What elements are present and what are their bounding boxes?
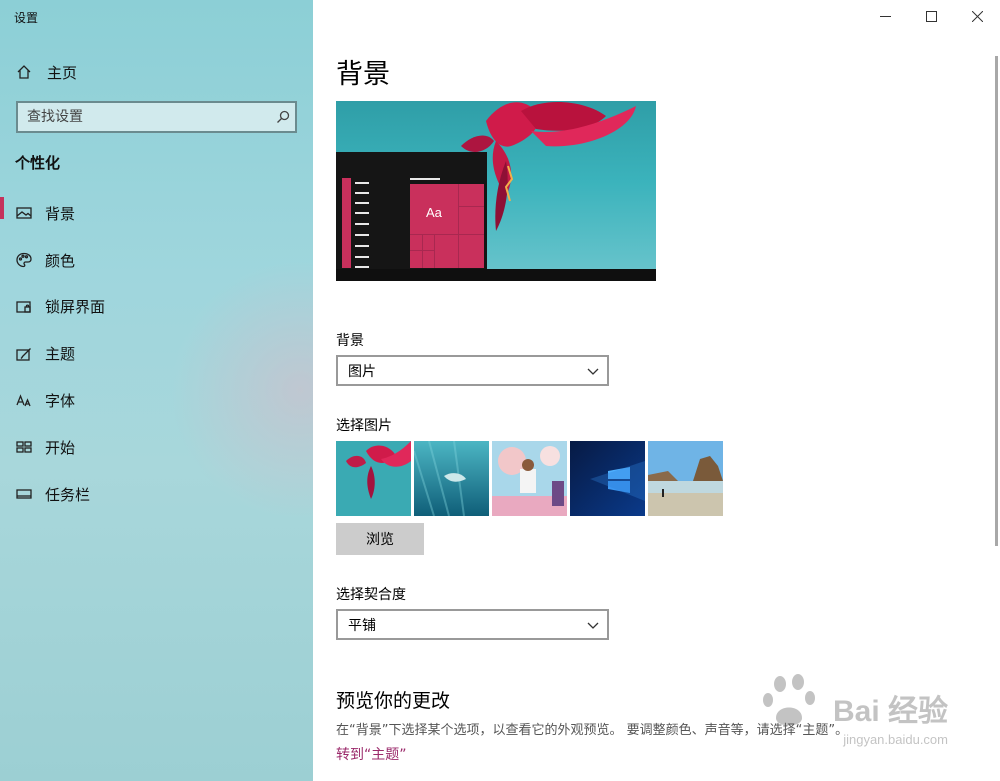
chevron-down-icon — [587, 615, 599, 634]
thumbnail-beach[interactable] — [648, 441, 723, 516]
thumbnail-cartoon[interactable] — [492, 441, 567, 516]
minimize-button[interactable] — [862, 0, 908, 32]
start-icon — [15, 438, 33, 456]
maximize-button[interactable] — [908, 0, 954, 32]
picture-icon — [15, 204, 33, 222]
watermark: Bai 经验 jingyan.baidu.com — [758, 668, 948, 763]
choose-picture-label: 选择图片 — [336, 418, 392, 434]
browse-button[interactable]: 浏览 — [336, 523, 424, 555]
close-button[interactable] — [954, 0, 1000, 32]
background-label: 背景 — [336, 333, 364, 349]
minimize-icon — [879, 15, 891, 17]
preview-tile-text: Aa — [426, 205, 442, 220]
palette-icon — [15, 251, 33, 269]
maximize-icon — [925, 10, 937, 22]
fit-label: 选择契合度 — [336, 587, 406, 603]
lock-screen-icon — [15, 298, 33, 316]
thumbnail-windows[interactable] — [570, 441, 645, 516]
sidebar-nav: 背景 颜色 锁屏界面 主题 字体 开始 任务栏 — [0, 190, 313, 518]
preview-section-title: 预览你的更改 — [336, 690, 451, 712]
sidebar-item-lock-screen[interactable]: 锁屏界面 — [0, 284, 313, 331]
main-content: 背景 Aa 背景 图片 选择图片 浏览 选择契合度 平铺 预览你的更改 在“背景… — [313, 0, 1000, 781]
thumbnail-flower[interactable] — [336, 441, 411, 516]
window-controls — [862, 0, 1000, 32]
theme-icon — [15, 345, 33, 363]
preview-description: 在“背景”下选择某个选项，以查看它的外观预览。 要调整颜色、声音等，请选择“主题… — [336, 723, 849, 738]
sidebar: 设置 主页 个性化 背景 颜色 — [0, 0, 313, 781]
sidebar-item-label: 主题 — [45, 345, 76, 364]
close-icon — [971, 10, 983, 22]
page-title: 背景 — [336, 59, 390, 90]
search-icon[interactable] — [271, 103, 295, 131]
dropdown-value: 平铺 — [348, 617, 376, 634]
watermark-text: Bai 经验 — [832, 695, 948, 728]
sidebar-item-themes[interactable]: 主题 — [0, 330, 313, 377]
window-title: 设置 — [14, 11, 39, 25]
search-box — [16, 101, 297, 133]
sidebar-item-label: 任务栏 — [45, 485, 91, 504]
picture-thumbnails — [336, 441, 723, 516]
section-heading: 个性化 — [15, 154, 61, 172]
taskbar-preview — [336, 269, 656, 281]
sidebar-item-label: 背景 — [45, 204, 76, 223]
sidebar-item-fonts[interactable]: 字体 — [0, 377, 313, 424]
background-dropdown[interactable]: 图片 — [336, 355, 609, 386]
watermark-url: jingyan.baidu.com — [843, 732, 948, 747]
sidebar-item-colors[interactable]: 颜色 — [0, 237, 313, 284]
search-input[interactable] — [18, 103, 271, 131]
chevron-down-icon — [587, 361, 599, 380]
thumbnail-underwater[interactable] — [414, 441, 489, 516]
start-menu-preview: Aa — [336, 152, 487, 269]
sidebar-item-label: 颜色 — [45, 251, 76, 270]
sidebar-item-label: 主页 — [47, 63, 78, 82]
sidebar-item-label: 锁屏界面 — [45, 298, 106, 317]
home-icon — [15, 63, 33, 81]
taskbar-icon — [15, 485, 33, 503]
scrollbar[interactable] — [995, 56, 998, 546]
sidebar-item-start[interactable]: 开始 — [0, 424, 313, 471]
font-icon — [15, 392, 33, 410]
desktop-preview: Aa — [336, 101, 656, 281]
sidebar-item-taskbar[interactable]: 任务栏 — [0, 471, 313, 518]
dropdown-value: 图片 — [348, 363, 376, 380]
go-to-themes-link[interactable]: 转到“主题” — [336, 744, 407, 764]
sidebar-item-label: 开始 — [45, 438, 76, 457]
sidebar-item-background[interactable]: 背景 — [0, 190, 313, 237]
sidebar-item-home[interactable]: 主页 — [0, 56, 313, 88]
sidebar-item-label: 字体 — [45, 392, 76, 411]
fit-dropdown[interactable]: 平铺 — [336, 609, 609, 640]
